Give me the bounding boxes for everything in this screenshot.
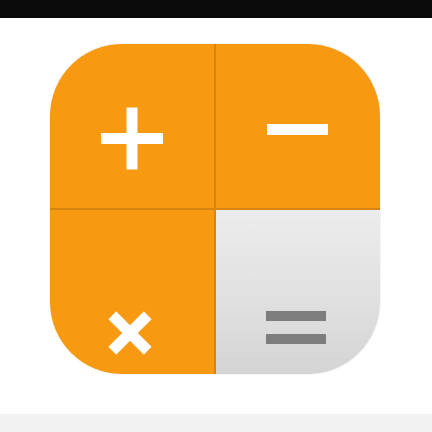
minus-icon <box>267 124 328 135</box>
minus-key <box>215 44 380 209</box>
times-key <box>50 209 215 374</box>
plus-key <box>50 44 215 209</box>
calculator-app-icon[interactable] <box>50 44 380 374</box>
top-bar <box>0 0 432 18</box>
horizontal-divider <box>50 208 380 210</box>
equals-icon <box>266 311 326 344</box>
bottom-strip <box>0 414 432 432</box>
plus-icon <box>101 107 163 170</box>
equals-key <box>215 209 380 374</box>
times-icon <box>108 311 152 355</box>
